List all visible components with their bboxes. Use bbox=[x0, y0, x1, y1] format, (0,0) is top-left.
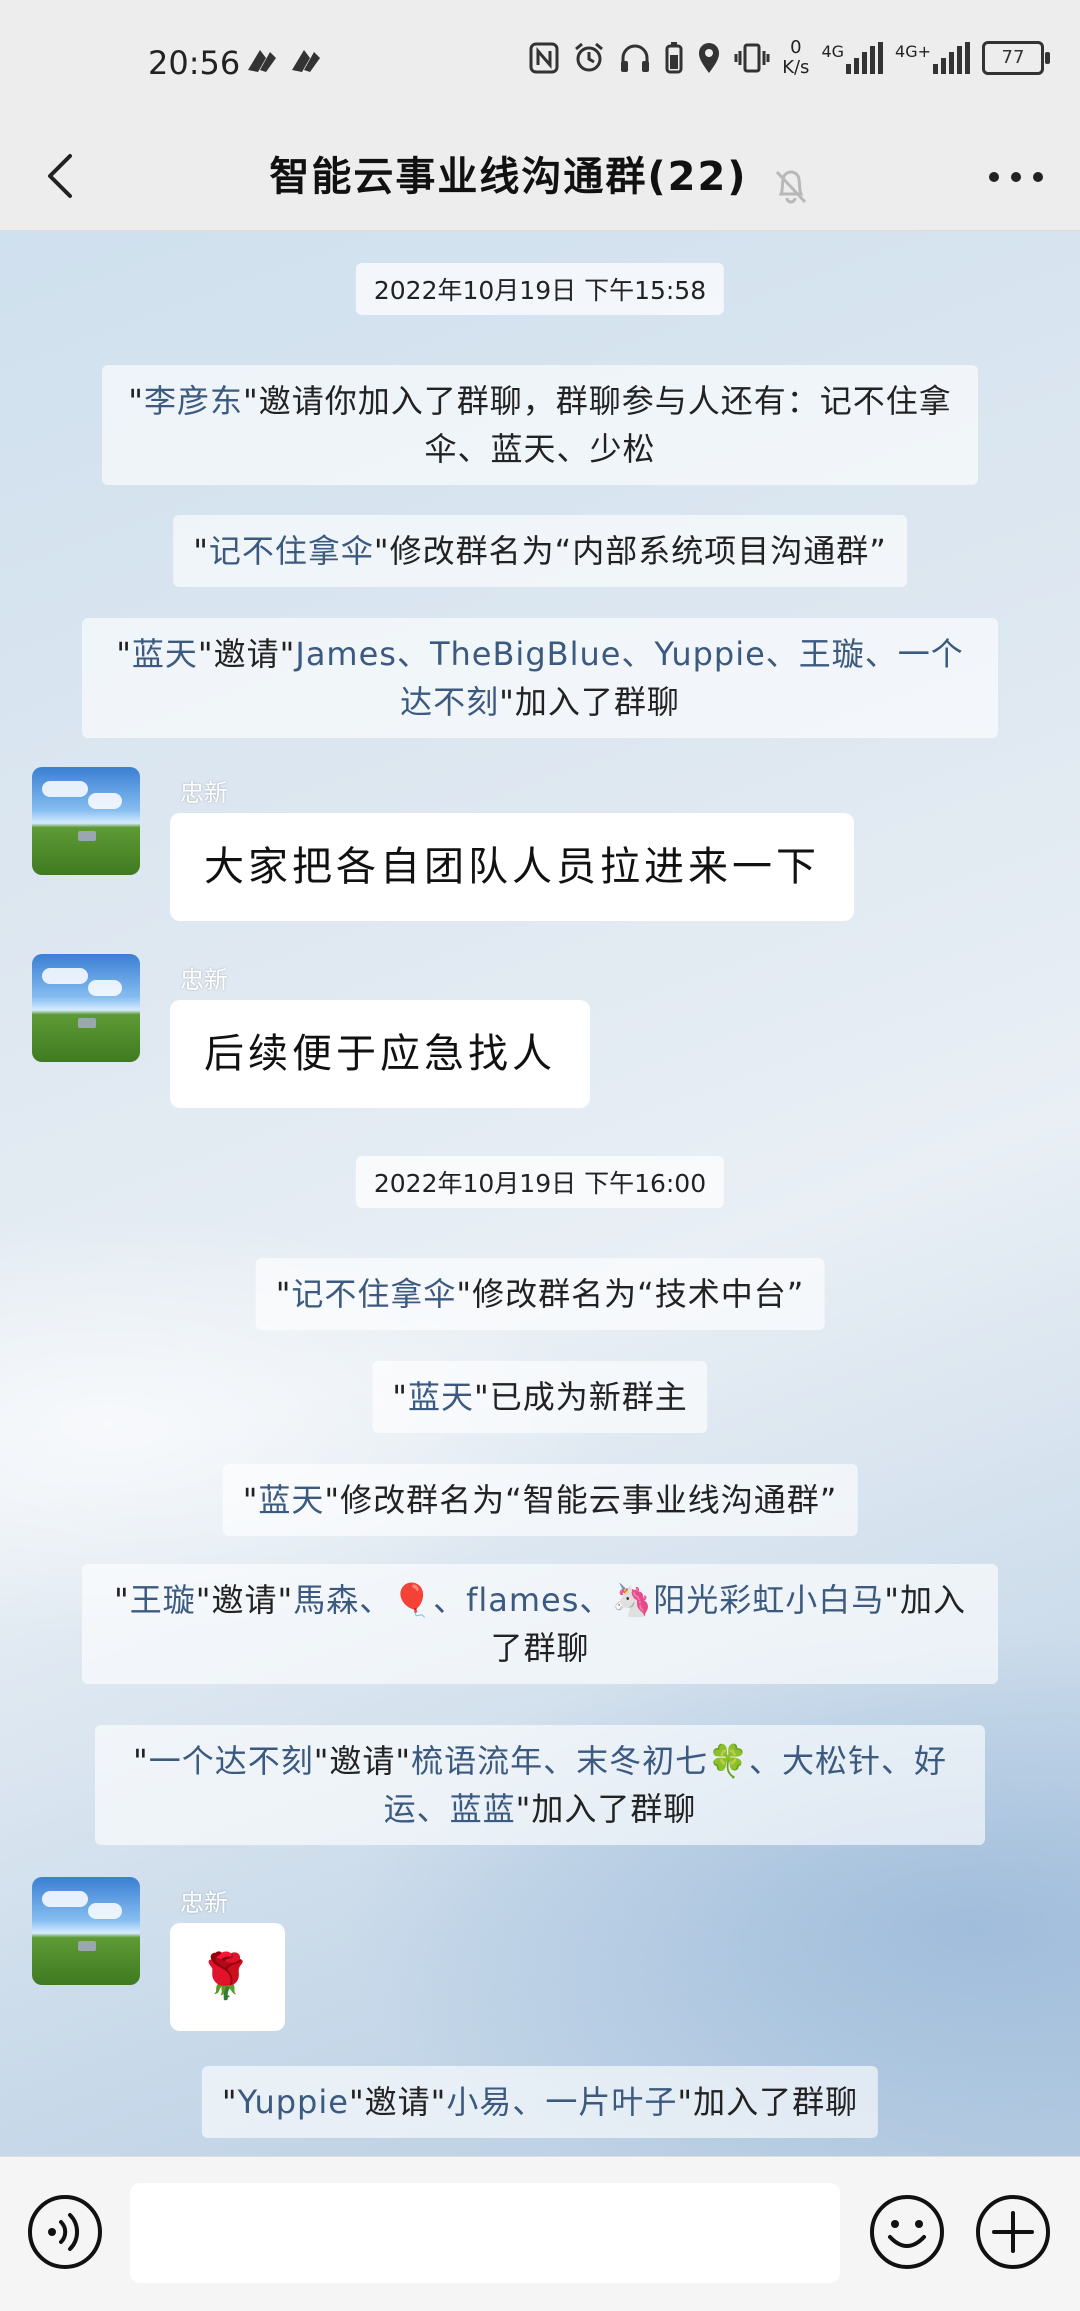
input-bar bbox=[0, 2156, 1080, 2311]
system-text: "加入了群聊 bbox=[677, 2083, 859, 2121]
more-icon[interactable] bbox=[982, 152, 1050, 202]
quote: " bbox=[193, 532, 209, 570]
timestamp: 2022年10月19日 下午15:58 bbox=[355, 263, 725, 315]
system-message: "李彦东"邀请你加入了群聊，群聊参与人还有：记不住拿伞、蓝天、少松 bbox=[102, 365, 978, 485]
quote: " bbox=[392, 1378, 408, 1416]
nfc-icon bbox=[529, 42, 559, 74]
system-text: "加入了群聊 bbox=[515, 1790, 697, 1828]
quote: " bbox=[114, 1581, 130, 1619]
avatar[interactable] bbox=[32, 1877, 140, 1985]
message-input[interactable] bbox=[130, 2183, 840, 2283]
system-message: "蓝天"邀请"James、TheBigBlue、Yuppie、王璇、一个达不刻"… bbox=[82, 618, 998, 738]
network-speed-unit: K/s bbox=[782, 57, 810, 78]
system-message: "蓝天"修改群名为“智能云事业线沟通群” bbox=[222, 1464, 858, 1536]
timestamp: 2022年10月19日 下午16:00 bbox=[355, 1156, 725, 1208]
quote: " bbox=[116, 635, 132, 673]
battery-indicator: 77 bbox=[982, 41, 1050, 75]
network-speed-value: 0 bbox=[790, 37, 802, 58]
chat-title-wrap: 智能云事业线沟通群(22) bbox=[0, 144, 1080, 206]
system-message: "Yuppie"邀请"小易、一片叶子"加入了群聊 bbox=[201, 2066, 879, 2138]
message-bubble[interactable]: 🌹 bbox=[170, 1923, 285, 2031]
quote: " bbox=[221, 2083, 238, 2121]
message-bubble[interactable]: 后续便于应急找人 bbox=[170, 1000, 590, 1108]
system-text: "邀请你加入了群聊，群聊参与人还有： bbox=[242, 382, 820, 420]
voice-icon[interactable] bbox=[26, 2193, 104, 2271]
user-link[interactable]: 蓝天 bbox=[258, 1481, 324, 1519]
quote: " bbox=[128, 382, 144, 420]
location-icon bbox=[699, 43, 720, 73]
sender-name: 忠新 bbox=[180, 966, 228, 994]
system-text: "邀请" bbox=[348, 2083, 447, 2121]
app-notification-icon bbox=[292, 50, 320, 72]
message-bubble[interactable]: 大家把各自团队人员拉进来一下 bbox=[170, 813, 854, 921]
network-type-1: 4G bbox=[821, 42, 845, 61]
status-time: 20:56 bbox=[148, 44, 241, 82]
user-link[interactable]: 蓝天 bbox=[132, 635, 198, 673]
vibrate-icon bbox=[734, 43, 770, 73]
user-link[interactable]: 李彦东 bbox=[144, 382, 243, 420]
signal-sim1: 4G bbox=[821, 42, 884, 74]
user-link[interactable]: 记不住拿伞 bbox=[209, 532, 374, 570]
system-text: "邀请" bbox=[313, 1742, 412, 1780]
member-names[interactable]: 小易、一片叶子 bbox=[446, 2083, 677, 2121]
sender-name: 忠新 bbox=[180, 779, 228, 807]
quote: " bbox=[242, 1481, 259, 1519]
network-speed: 0 K/s bbox=[782, 38, 809, 78]
user-link[interactable]: 记不住拿伞 bbox=[291, 1275, 456, 1313]
system-message: "一个达不刻"邀请"梳语流年、末冬初七🍀、大松针、好运、蓝蓝"加入了群聊 bbox=[95, 1725, 985, 1845]
emoji-icon[interactable] bbox=[868, 2193, 946, 2271]
alarm-icon bbox=[575, 42, 604, 72]
status-left-icons bbox=[244, 44, 324, 78]
system-text: "邀请" bbox=[195, 1581, 294, 1619]
chat-header: 智能云事业线沟通群(22) bbox=[0, 122, 1080, 231]
bell-off-icon bbox=[775, 170, 806, 203]
app-notification-icon bbox=[248, 50, 276, 72]
status-bar: 20:56 0 K/s 4G 4G+ 77 bbox=[0, 0, 1080, 122]
quote: " bbox=[132, 1742, 149, 1780]
user-link[interactable]: Yuppie bbox=[238, 2083, 349, 2121]
chat-title[interactable]: 智能云事业线沟通群(22) bbox=[269, 154, 747, 200]
user-link[interactable]: 蓝天 bbox=[408, 1378, 474, 1416]
signal-bars-icon bbox=[846, 42, 884, 74]
signal-sim2: 4G+ bbox=[895, 42, 970, 74]
system-message: "记不住拿伞"修改群名为“内部系统项目沟通群” bbox=[173, 515, 907, 587]
network-type-2: 4G+ bbox=[895, 42, 931, 61]
system-message: "蓝天"已成为新群主 bbox=[372, 1361, 708, 1433]
status-right-icons: 0 K/s 4G 4G+ 77 bbox=[528, 38, 1050, 78]
system-text: "修改群名为“智能云事业线沟通群” bbox=[324, 1481, 838, 1519]
system-message: "记不住拿伞"修改群名为“技术中台” bbox=[255, 1258, 825, 1330]
quote: " bbox=[275, 1275, 292, 1313]
sender-name: 忠新 bbox=[180, 1889, 228, 1917]
user-link[interactable]: 一个达不刻 bbox=[149, 1742, 314, 1780]
system-message: "王璇"邀请"馬森、🎈、flames、🦄阳光彩虹小白马"加入了群聊 bbox=[82, 1564, 998, 1684]
system-text: "邀请" bbox=[197, 635, 296, 673]
system-text: "修改群名为“内部系统项目沟通群” bbox=[373, 532, 887, 570]
system-text: "加入了群聊 bbox=[499, 683, 680, 721]
member-names[interactable]: 馬森、🎈、flames、🦄阳光彩虹小白马 bbox=[293, 1581, 884, 1619]
avatar[interactable] bbox=[32, 767, 140, 875]
avatar[interactable] bbox=[32, 954, 140, 1062]
headphones-icon bbox=[621, 44, 650, 72]
chat-message-list[interactable]: 2022年10月19日 下午15:58 "李彦东"邀请你加入了群聊，群聊参与人还… bbox=[0, 231, 1080, 2156]
battery-saver-icon bbox=[665, 42, 683, 74]
system-text: "修改群名为“技术中台” bbox=[456, 1275, 805, 1313]
system-text: "已成为新群主 bbox=[474, 1378, 688, 1416]
plus-icon[interactable] bbox=[974, 2193, 1052, 2271]
signal-bars-icon bbox=[933, 42, 970, 74]
user-link[interactable]: 王璇 bbox=[130, 1581, 196, 1619]
